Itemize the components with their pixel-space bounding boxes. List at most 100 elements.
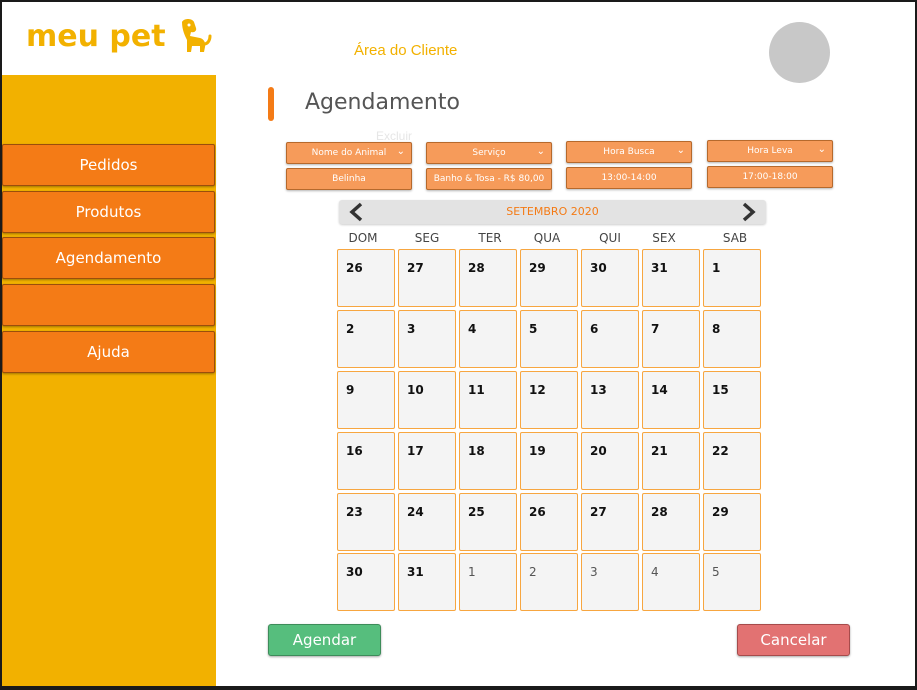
day-number: 15: [712, 383, 729, 397]
calendar-month: SETEMBRO 2020: [506, 205, 599, 218]
day-number: 29: [712, 505, 729, 519]
calendar-day[interactable]: 29: [520, 249, 578, 307]
chevron-right-icon[interactable]: [736, 201, 760, 223]
calendar-day[interactable]: 1: [459, 553, 517, 611]
calendar-day[interactable]: 20: [581, 432, 639, 490]
dog-icon: [174, 16, 214, 56]
calendar-day[interactable]: 5: [703, 553, 761, 611]
calendar-day[interactable]: 4: [459, 310, 517, 368]
pickup-time-dropdown[interactable]: Hora Busca ⌄: [566, 141, 692, 163]
calendar-day[interactable]: 7: [642, 310, 700, 368]
day-number: 5: [529, 322, 538, 336]
day-number: 14: [651, 383, 668, 397]
weekday-label: TER: [478, 231, 502, 245]
day-number: 5: [712, 565, 720, 579]
calendar-day[interactable]: 3: [581, 553, 639, 611]
day-number: 20: [590, 444, 607, 458]
weekday-label: SEG: [414, 231, 440, 245]
calendar-day[interactable]: 29: [703, 493, 761, 551]
calendar-day[interactable]: 26: [337, 249, 395, 307]
day-number: 2: [346, 322, 355, 336]
day-number: 7: [651, 322, 660, 336]
day-number: 30: [590, 261, 607, 275]
calendar-day[interactable]: 3: [398, 310, 456, 368]
day-number: 4: [468, 322, 477, 336]
calendar-day[interactable]: 4: [642, 553, 700, 611]
calendar-day[interactable]: 30: [581, 249, 639, 307]
dropoff-time-dropdown[interactable]: Hora Leva ⌄: [707, 140, 833, 162]
calendar-day[interactable]: 10: [398, 371, 456, 429]
day-number: 1: [712, 261, 721, 275]
calendar-day[interactable]: 2: [337, 310, 395, 368]
day-number: 28: [468, 261, 485, 275]
calendar-day[interactable]: 6: [581, 310, 639, 368]
weekday-label: SAB: [722, 231, 748, 245]
day-number: 26: [529, 505, 546, 519]
day-number: 27: [590, 505, 607, 519]
pet-name-dropdown[interactable]: Nome do Animal ⌄: [286, 142, 412, 164]
calendar-day[interactable]: 24: [398, 493, 456, 551]
day-number: 29: [529, 261, 546, 275]
calendar-day[interactable]: 27: [581, 493, 639, 551]
calendar-day[interactable]: 2: [520, 553, 578, 611]
calendar-day[interactable]: 28: [642, 493, 700, 551]
calendar-day[interactable]: 17: [398, 432, 456, 490]
calendar-day[interactable]: 27: [398, 249, 456, 307]
chevron-down-icon: ⌄: [676, 145, 685, 156]
logo[interactable]: meu pet: [26, 16, 214, 56]
dropoff-time-value[interactable]: 17:00-18:00: [707, 166, 833, 188]
app-window: meu pet Área do Cliente Pedidos Produtos…: [2, 2, 915, 686]
weekday-label: SEX: [652, 231, 676, 245]
weekday-label: QUA: [533, 231, 561, 245]
calendar-day[interactable]: 25: [459, 493, 517, 551]
calendar-day[interactable]: 13: [581, 371, 639, 429]
sidebar-item-empty[interactable]: [2, 284, 215, 326]
sidebar-item-agendamento[interactable]: Agendamento: [2, 237, 215, 279]
calendar-day[interactable]: 15: [703, 371, 761, 429]
pickup-time-value[interactable]: 13:00-14:00: [566, 167, 692, 189]
calendar-day[interactable]: 14: [642, 371, 700, 429]
calendar-day[interactable]: 31: [398, 553, 456, 611]
day-number: 27: [407, 261, 424, 275]
weekday-label: QUI: [599, 231, 621, 245]
dropdown-label: Serviço: [472, 148, 506, 158]
day-number: 18: [468, 444, 485, 458]
calendar-day[interactable]: 21: [642, 432, 700, 490]
schedule-button[interactable]: Agendar: [268, 624, 381, 656]
day-number: 24: [407, 505, 424, 519]
calendar-day[interactable]: 9: [337, 371, 395, 429]
day-number: 28: [651, 505, 668, 519]
cancel-button[interactable]: Cancelar: [737, 624, 850, 656]
ghost-label: Excluir: [376, 129, 413, 143]
calendar-day[interactable]: 19: [520, 432, 578, 490]
calendar-day[interactable]: 11: [459, 371, 517, 429]
calendar-day[interactable]: 1: [703, 249, 761, 307]
sidebar-item-produtos[interactable]: Produtos: [2, 191, 215, 233]
sidebar-item-ajuda[interactable]: Ajuda: [2, 331, 215, 373]
calendar-day[interactable]: 8: [703, 310, 761, 368]
calendar-day[interactable]: 22: [703, 432, 761, 490]
calendar-day[interactable]: 30: [337, 553, 395, 611]
calendar-day[interactable]: 26: [520, 493, 578, 551]
sidebar-item-pedidos[interactable]: Pedidos: [2, 144, 215, 186]
day-number: 21: [651, 444, 668, 458]
area-title: Área do Cliente: [354, 42, 458, 59]
calendar-day[interactable]: 23: [337, 493, 395, 551]
calendar-day[interactable]: 12: [520, 371, 578, 429]
day-number: 13: [590, 383, 607, 397]
service-dropdown[interactable]: Serviço ⌄: [426, 142, 552, 164]
pet-name-value[interactable]: Belinha: [286, 168, 412, 190]
service-value[interactable]: Banho & Tosa - R$ 80,00: [426, 168, 552, 190]
calendar-day[interactable]: 16: [337, 432, 395, 490]
day-number: 3: [590, 565, 598, 579]
calendar-day[interactable]: 5: [520, 310, 578, 368]
user-avatar[interactable]: [769, 22, 830, 83]
day-number: 19: [529, 444, 546, 458]
calendar-day[interactable]: 28: [459, 249, 517, 307]
day-number: 31: [651, 261, 668, 275]
calendar-day[interactable]: 18: [459, 432, 517, 490]
day-number: 2: [529, 565, 537, 579]
day-number: 10: [407, 383, 424, 397]
calendar-day[interactable]: 31: [642, 249, 700, 307]
page-title: Agendamento: [305, 90, 460, 115]
